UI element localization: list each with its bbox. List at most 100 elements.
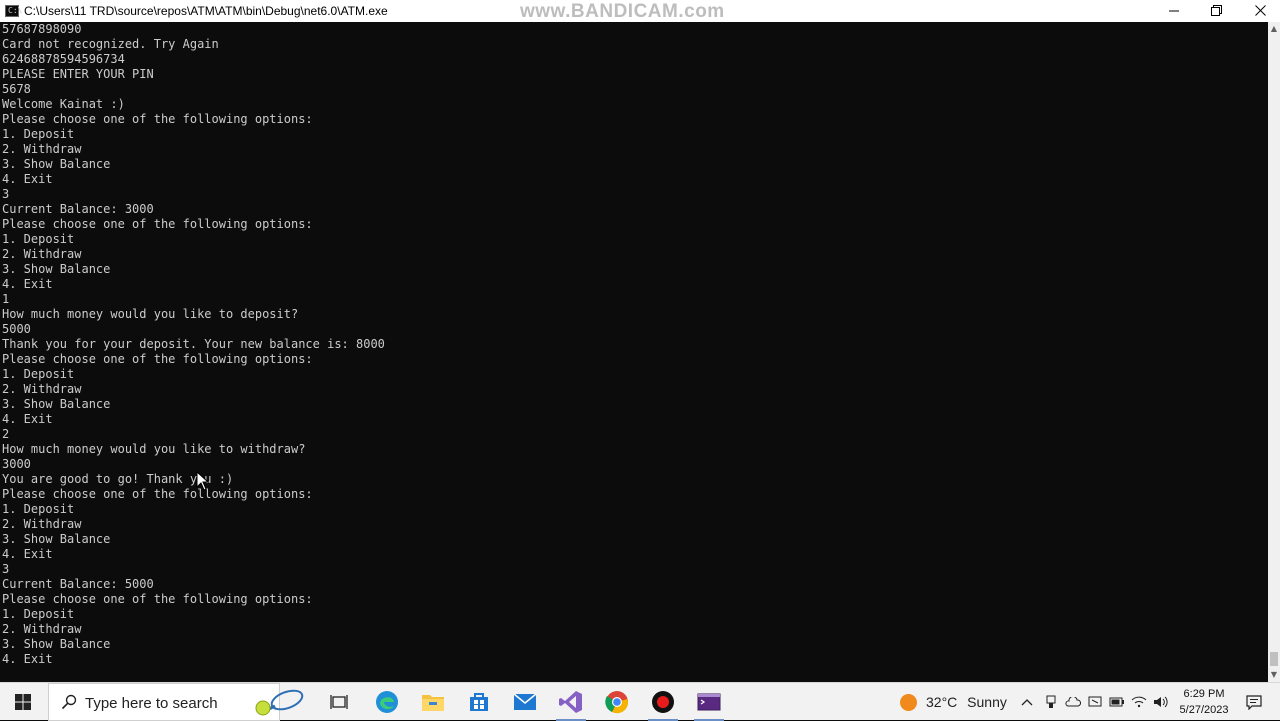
- console-line: 4. Exit: [2, 652, 53, 666]
- task-view-button[interactable]: [316, 683, 362, 721]
- console-line: 57687898090: [2, 22, 82, 36]
- console-output-area[interactable]: 57687898090 Card not recognized. Try Agai…: [0, 22, 1268, 682]
- start-button[interactable]: [0, 683, 46, 721]
- console-line: Current Balance: 5000: [2, 577, 154, 591]
- console-line: You are good to go! Thank you :): [2, 472, 234, 486]
- console-line: 2. Withdraw: [2, 622, 82, 636]
- window-title: C:\Users\11 TRD\source\repos\ATM\ATM\bin…: [24, 4, 388, 18]
- wifi-icon: [1131, 696, 1147, 708]
- console-line: PLEASE ENTER YOUR PIN: [2, 67, 154, 81]
- notification-center-button[interactable]: [1242, 683, 1266, 721]
- windows-start-icon: [15, 694, 31, 710]
- console-line: 4. Exit: [2, 547, 53, 561]
- console-line: 5678: [2, 82, 31, 96]
- chrome-button[interactable]: [594, 683, 640, 721]
- close-button[interactable]: [1238, 0, 1280, 22]
- console-line: 3. Show Balance: [2, 157, 111, 171]
- console-line: Welcome Kainat :): [2, 97, 125, 111]
- file-explorer-button[interactable]: [410, 683, 456, 721]
- console-line: 1. Deposit: [2, 367, 75, 381]
- scroll-down-arrow-icon[interactable]: ▼: [1268, 668, 1280, 682]
- console-line: 5000: [2, 322, 31, 336]
- clock-time: 6:29 PM: [1183, 688, 1225, 700]
- minimize-icon: [1169, 10, 1179, 12]
- mouse-pointer-icon: [196, 471, 210, 491]
- console-lines: 57687898090 Card not recognized. Try Agai…: [2, 22, 385, 667]
- tray-meet-icon[interactable]: [1084, 683, 1106, 721]
- recorder-watermark: www.BANDICAM.com: [520, 1, 725, 22]
- console-line: 1. Deposit: [2, 607, 75, 621]
- console-line: 1. Deposit: [2, 232, 75, 246]
- search-highlight-tennis-icon[interactable]: [249, 688, 309, 718]
- console-line: 2. Withdraw: [2, 142, 82, 156]
- console-line: Please choose one of the following optio…: [2, 112, 313, 126]
- console-line: 3. Show Balance: [2, 637, 111, 651]
- system-clock[interactable]: 6:29 PM 5/27/2023: [1168, 686, 1240, 718]
- tray-usb-icon[interactable]: [1040, 683, 1062, 721]
- console-line: 2. Withdraw: [2, 382, 82, 396]
- console-line: 62468878594596734: [2, 52, 125, 66]
- search-placeholder: Type here to search: [85, 695, 218, 712]
- vertical-scrollbar[interactable]: ▲ ▼: [1268, 22, 1280, 682]
- console-line: 3. Show Balance: [2, 262, 111, 276]
- console-line: 4. Exit: [2, 412, 53, 426]
- restore-button[interactable]: [1194, 0, 1238, 22]
- bandicam-button[interactable]: [640, 683, 686, 721]
- edge-button[interactable]: [364, 683, 410, 721]
- console-line: Current Balance: 3000: [2, 202, 154, 216]
- console-line: 1. Deposit: [2, 127, 75, 141]
- console-line: 3. Show Balance: [2, 397, 111, 411]
- tray-wifi-icon[interactable]: [1128, 683, 1150, 721]
- tray-battery-icon[interactable]: [1106, 683, 1128, 721]
- terminal-icon: [697, 693, 721, 711]
- tray-onedrive-icon[interactable]: [1062, 683, 1084, 721]
- console-taskbar-button[interactable]: [686, 683, 732, 721]
- scroll-up-arrow-icon[interactable]: ▲: [1268, 22, 1280, 36]
- console-line: How much money would you like to deposit…: [2, 307, 299, 321]
- weather-condition: Sunny: [967, 694, 1007, 710]
- chevron-up-icon: [1021, 699, 1033, 706]
- bandicam-record-icon: [652, 691, 674, 713]
- close-icon: [1254, 5, 1266, 16]
- display-icon: [1088, 696, 1102, 707]
- console-line: 3: [2, 562, 10, 576]
- console-line: Please choose one of the following optio…: [2, 217, 313, 231]
- store-button[interactable]: [456, 683, 502, 721]
- console-line: 2. Withdraw: [2, 517, 82, 531]
- console-line: 3. Show Balance: [2, 532, 111, 546]
- mail-button[interactable]: [502, 683, 548, 721]
- battery-icon: [1109, 697, 1124, 707]
- taskbar-search-box[interactable]: Type here to search: [48, 683, 304, 721]
- chrome-icon: [605, 691, 628, 714]
- visual-studio-icon: [559, 691, 582, 713]
- notification-icon: [1246, 695, 1262, 710]
- console-line: Thank you for your deposit. Your new bal…: [2, 337, 385, 351]
- console-line: 1: [2, 292, 10, 306]
- console-line: 2: [2, 427, 10, 441]
- store-icon: [470, 693, 488, 711]
- console-line: Card not recognized. Try Again: [2, 37, 219, 51]
- mail-icon: [513, 693, 537, 710]
- minimize-button[interactable]: [1152, 0, 1196, 22]
- weather-text: 32°C Sunny: [926, 694, 1007, 710]
- volume-icon: [1154, 696, 1168, 708]
- taskbar: Type here to search 32°C Sunny 6:29 PM 5…: [0, 682, 1280, 721]
- edge-icon: [376, 691, 398, 713]
- console-line: Please choose one of the following optio…: [2, 487, 313, 501]
- console-line: Please choose one of the following optio…: [2, 352, 313, 366]
- show-hidden-icons-button[interactable]: [1016, 683, 1038, 721]
- sun-icon: [900, 694, 917, 711]
- console-line: 4. Exit: [2, 172, 53, 186]
- search-icon: [61, 694, 77, 710]
- console-app-icon[interactable]: C:\: [5, 5, 22, 17]
- task-view-icon: [330, 695, 348, 709]
- restore-icon: [1210, 5, 1222, 16]
- console-line: How much money would you like to withdra…: [2, 442, 306, 456]
- window-title-bar[interactable]: C:\ C:\Users\11 TRD\source\repos\ATM\ATM…: [0, 0, 1280, 22]
- weather-temperature: 32°C: [926, 694, 958, 710]
- scrollbar-thumb[interactable]: [1270, 652, 1278, 666]
- file-explorer-icon: [422, 695, 444, 711]
- visual-studio-button[interactable]: [548, 683, 594, 721]
- console-line: 3000: [2, 457, 31, 471]
- console-line: 2. Withdraw: [2, 247, 82, 261]
